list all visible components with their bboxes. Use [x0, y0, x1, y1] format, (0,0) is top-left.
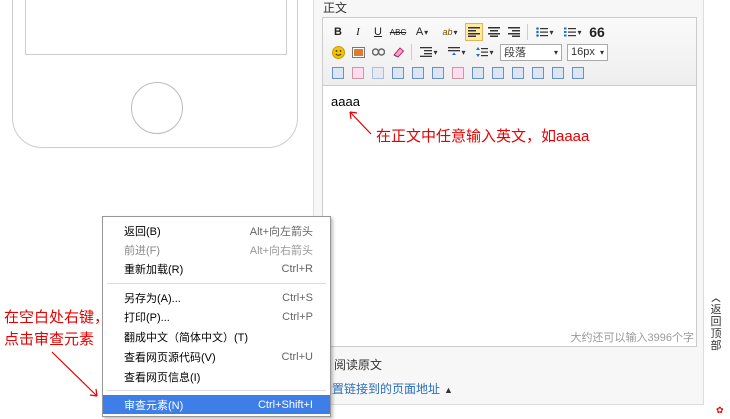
menu-item-label: 翻成中文（简体中文）(T) — [124, 331, 249, 344]
menu-item-shortcut: Ctrl+P — [282, 310, 313, 323]
menu-item-translate[interactable]: 翻成中文（简体中文）(T) — [103, 327, 330, 346]
arrow-to-inspect — [51, 351, 98, 397]
menu-item-save-as[interactable]: 另存为(A)... Ctrl+S — [103, 288, 330, 307]
decorative-flower-icon: ✿ — [716, 405, 724, 415]
menu-item-label: 另存为(A)... — [124, 292, 181, 305]
menu-item-shortcut: Ctrl+R — [281, 262, 313, 275]
back-to-top-char: 部 — [710, 340, 722, 352]
menu-item-label: 返回(B) — [124, 225, 161, 238]
back-to-top-button[interactable]: ︿ 返 回 顶 部 — [709, 292, 723, 352]
menu-item-label: 前进(F) — [124, 244, 161, 257]
back-to-top-char: 顶 — [710, 328, 722, 340]
context-menu: 返回(B) Alt+向左箭头 前进(F) Alt+向右箭头 重新加载(R) Ct… — [102, 216, 331, 417]
menu-separator — [107, 390, 326, 391]
menu-item-label: 重新加载(R) — [124, 263, 184, 276]
menu-item-shortcut: Alt+向左箭头 — [249, 225, 313, 238]
menu-item-print[interactable]: 打印(P)... Ctrl+P — [103, 307, 330, 326]
menu-item-label: 审查元素(N) — [124, 399, 184, 412]
menu-item-shortcut: Ctrl+U — [281, 350, 313, 363]
menu-separator — [107, 283, 326, 284]
menu-item-shortcut: Ctrl+Shift+I — [257, 398, 313, 411]
menu-item-reload[interactable]: 重新加载(R) Ctrl+R — [103, 259, 330, 278]
menu-item-back[interactable]: 返回(B) Alt+向左箭头 — [103, 221, 330, 240]
menu-item-label: 打印(P)... — [124, 311, 170, 324]
menu-item-label: 查看网页信息(I) — [124, 371, 201, 384]
menu-item-inspect-element[interactable]: 审查元素(N) Ctrl+Shift+I — [103, 395, 330, 414]
arrow-to-content — [349, 111, 372, 135]
back-to-top-char: 返 — [710, 304, 722, 316]
menu-item-forward[interactable]: 前进(F) Alt+向右箭头 — [103, 240, 330, 259]
menu-item-shortcut: Alt+向右箭头 — [249, 244, 313, 257]
back-to-top-char: 回 — [710, 316, 722, 328]
menu-item-view-source[interactable]: 查看网页源代码(V) Ctrl+U — [103, 347, 330, 366]
chevron-up-icon: ︿ — [711, 293, 721, 303]
screen: 正文 B I U ABC A ab — [0, 0, 730, 419]
menu-item-page-info[interactable]: 查看网页信息(I) — [103, 367, 330, 386]
menu-item-label: 查看网页源代码(V) — [124, 351, 216, 364]
menu-item-shortcut: Ctrl+S — [282, 291, 313, 304]
